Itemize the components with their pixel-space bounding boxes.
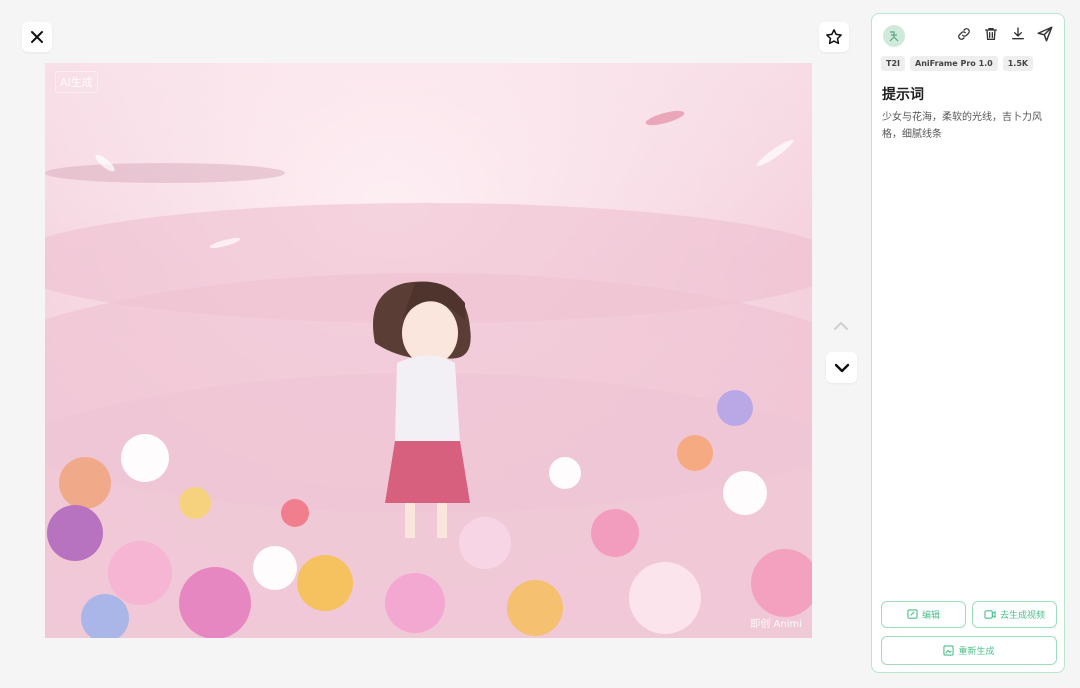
edit-button-label: 编辑 xyxy=(921,611,940,621)
edit-icon xyxy=(907,609,918,619)
download-icon xyxy=(1012,27,1024,40)
regenerate-button[interactable]: 重新生成 xyxy=(881,636,1057,665)
image-viewer: AI生成 即创 Animi xyxy=(0,0,868,688)
toolbar xyxy=(955,25,1054,43)
send-icon xyxy=(1037,26,1053,42)
close-icon xyxy=(31,31,43,43)
generate-video-button[interactable]: 去生成视频 xyxy=(972,601,1057,628)
star-icon xyxy=(826,29,842,45)
edit-button[interactable]: 编辑 xyxy=(881,601,966,628)
copy-link-button[interactable] xyxy=(955,25,973,43)
tag-mode: T2I xyxy=(881,56,905,71)
regenerate-label: 重新生成 xyxy=(958,647,995,657)
image-regenerate-icon xyxy=(943,645,955,656)
prompt-text: 少女与花海，柔软的光线，吉卜力风格，细腻线条 xyxy=(882,112,1042,140)
video-icon xyxy=(984,610,996,619)
tag-resolution: 1.5K xyxy=(1002,56,1034,71)
generated-image-art xyxy=(45,63,812,638)
share-button[interactable] xyxy=(1036,25,1054,43)
chevron-up-icon xyxy=(834,322,848,330)
avatar-logo-icon xyxy=(889,31,899,42)
avatar[interactable] xyxy=(883,25,905,47)
image-watermark: 即创 Animi xyxy=(750,619,802,630)
chevron-down-icon xyxy=(834,363,849,372)
tag-list: T2I AniFrame Pro 1.0 1.5K xyxy=(881,56,1034,71)
generated-image[interactable]: AI生成 即创 Animi xyxy=(45,63,812,638)
prompt-title: 提示词 xyxy=(882,87,924,103)
delete-button[interactable] xyxy=(982,25,1000,43)
close-button[interactable] xyxy=(22,22,52,52)
trash-icon xyxy=(985,28,997,40)
tag-model: AniFrame Pro 1.0 xyxy=(910,56,998,71)
link-icon xyxy=(958,28,970,40)
generate-video-label: 去生成视频 xyxy=(999,611,1045,621)
next-image-button[interactable] xyxy=(826,352,857,383)
download-button[interactable] xyxy=(1009,25,1027,43)
ai-generated-badge: AI生成 xyxy=(55,71,98,93)
favorite-button[interactable] xyxy=(819,22,849,52)
previous-image-button[interactable] xyxy=(826,312,856,340)
details-panel: T2I AniFrame Pro 1.0 1.5K 提示词 少女与花海，柔软的光… xyxy=(871,13,1065,673)
